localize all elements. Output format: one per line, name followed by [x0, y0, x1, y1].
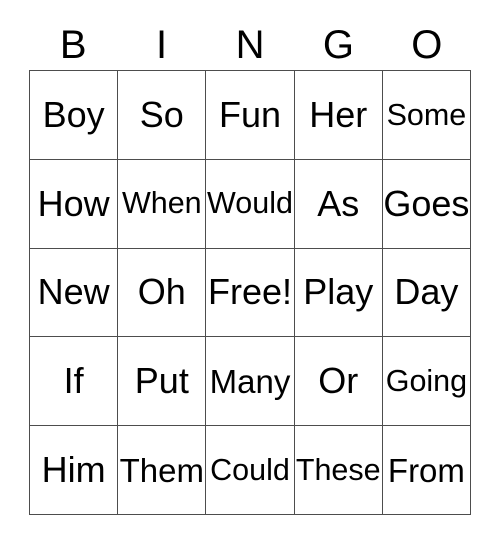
bingo-cell[interactable]: Boy: [30, 71, 119, 160]
bingo-cell-label: As: [317, 182, 360, 224]
bingo-cell-label: Him: [41, 449, 106, 491]
bingo-cell[interactable]: Her: [294, 71, 383, 160]
bingo-cell[interactable]: If: [30, 337, 119, 427]
bingo-cell[interactable]: Many: [206, 337, 295, 427]
bingo-cell[interactable]: Play: [294, 248, 383, 338]
bingo-cell-label: Free!: [207, 271, 293, 313]
bingo-cell[interactable]: When: [118, 159, 207, 249]
bingo-cell[interactable]: Fun: [206, 71, 295, 160]
bingo-header-row: B I N G O: [29, 0, 471, 70]
bingo-cell[interactable]: Or: [294, 337, 383, 427]
bingo-cell-label: Oh: [137, 271, 186, 313]
bingo-cell-label: Goes: [383, 182, 470, 224]
bingo-cell[interactable]: These: [294, 426, 383, 515]
bingo-cell-label: These: [295, 452, 381, 487]
bingo-cell-label: Or: [318, 360, 359, 402]
bingo-cell[interactable]: Would: [206, 159, 295, 249]
bingo-cell-label: How: [37, 182, 110, 224]
bingo-row: Him Them Could These From: [30, 426, 472, 515]
bingo-cell[interactable]: Goes: [382, 159, 472, 249]
bingo-grid: Boy So Fun Her Some How When Would As Go…: [29, 70, 472, 515]
bingo-cell[interactable]: Oh: [118, 248, 207, 338]
bingo-cell-label: Day: [394, 271, 459, 313]
bingo-header-letter-o: O: [411, 23, 443, 67]
bingo-cell-label: So: [139, 93, 184, 135]
bingo-card: B I N G O Boy So Fun Her Some How When W…: [29, 0, 472, 515]
bingo-cell[interactable]: Put: [118, 337, 207, 427]
bingo-cell[interactable]: How: [30, 159, 119, 249]
bingo-cell-label: Them: [119, 451, 204, 489]
bingo-header-letter-g: G: [322, 23, 354, 67]
bingo-cell-label: Going: [385, 364, 468, 399]
bingo-header-letter-b: B: [59, 23, 87, 67]
bingo-cell-label: Would: [207, 186, 293, 221]
bingo-cell-label: Play: [303, 271, 374, 313]
bingo-header-letter-i: I: [156, 23, 168, 67]
bingo-cell-label: Fun: [218, 93, 282, 135]
bingo-cell[interactable]: Some: [382, 71, 472, 160]
bingo-cell-free-space[interactable]: Free!: [206, 248, 295, 338]
bingo-cell-label: If: [63, 360, 84, 402]
bingo-cell[interactable]: Them: [118, 426, 207, 515]
bingo-cell[interactable]: Day: [382, 248, 472, 338]
bingo-cell[interactable]: Could: [206, 426, 295, 515]
bingo-cell[interactable]: So: [118, 71, 207, 160]
bingo-cell-label: Her: [309, 93, 368, 135]
bingo-cell[interactable]: New: [30, 248, 119, 338]
bingo-cell-label: When: [121, 186, 202, 221]
bingo-row: If Put Many Or Going: [30, 337, 472, 427]
bingo-cell[interactable]: Him: [30, 426, 119, 515]
bingo-cell-label: Boy: [42, 93, 105, 135]
bingo-cell-label: Some: [386, 97, 467, 132]
bingo-cell-label: From: [387, 451, 465, 489]
bingo-cell[interactable]: Going: [382, 337, 472, 427]
bingo-cell-label: Put: [134, 360, 189, 402]
bingo-cell-label: Many: [209, 362, 291, 400]
bingo-header-letter-n: N: [235, 23, 265, 67]
bingo-cell[interactable]: From: [382, 426, 472, 515]
bingo-cell-label: Could: [210, 452, 290, 487]
bingo-row: New Oh Free! Play Day: [30, 248, 472, 338]
bingo-cell[interactable]: As: [294, 159, 383, 249]
bingo-row: Boy So Fun Her Some: [30, 71, 472, 160]
bingo-cell-label: New: [37, 271, 110, 313]
bingo-row: How When Would As Goes: [30, 159, 472, 249]
